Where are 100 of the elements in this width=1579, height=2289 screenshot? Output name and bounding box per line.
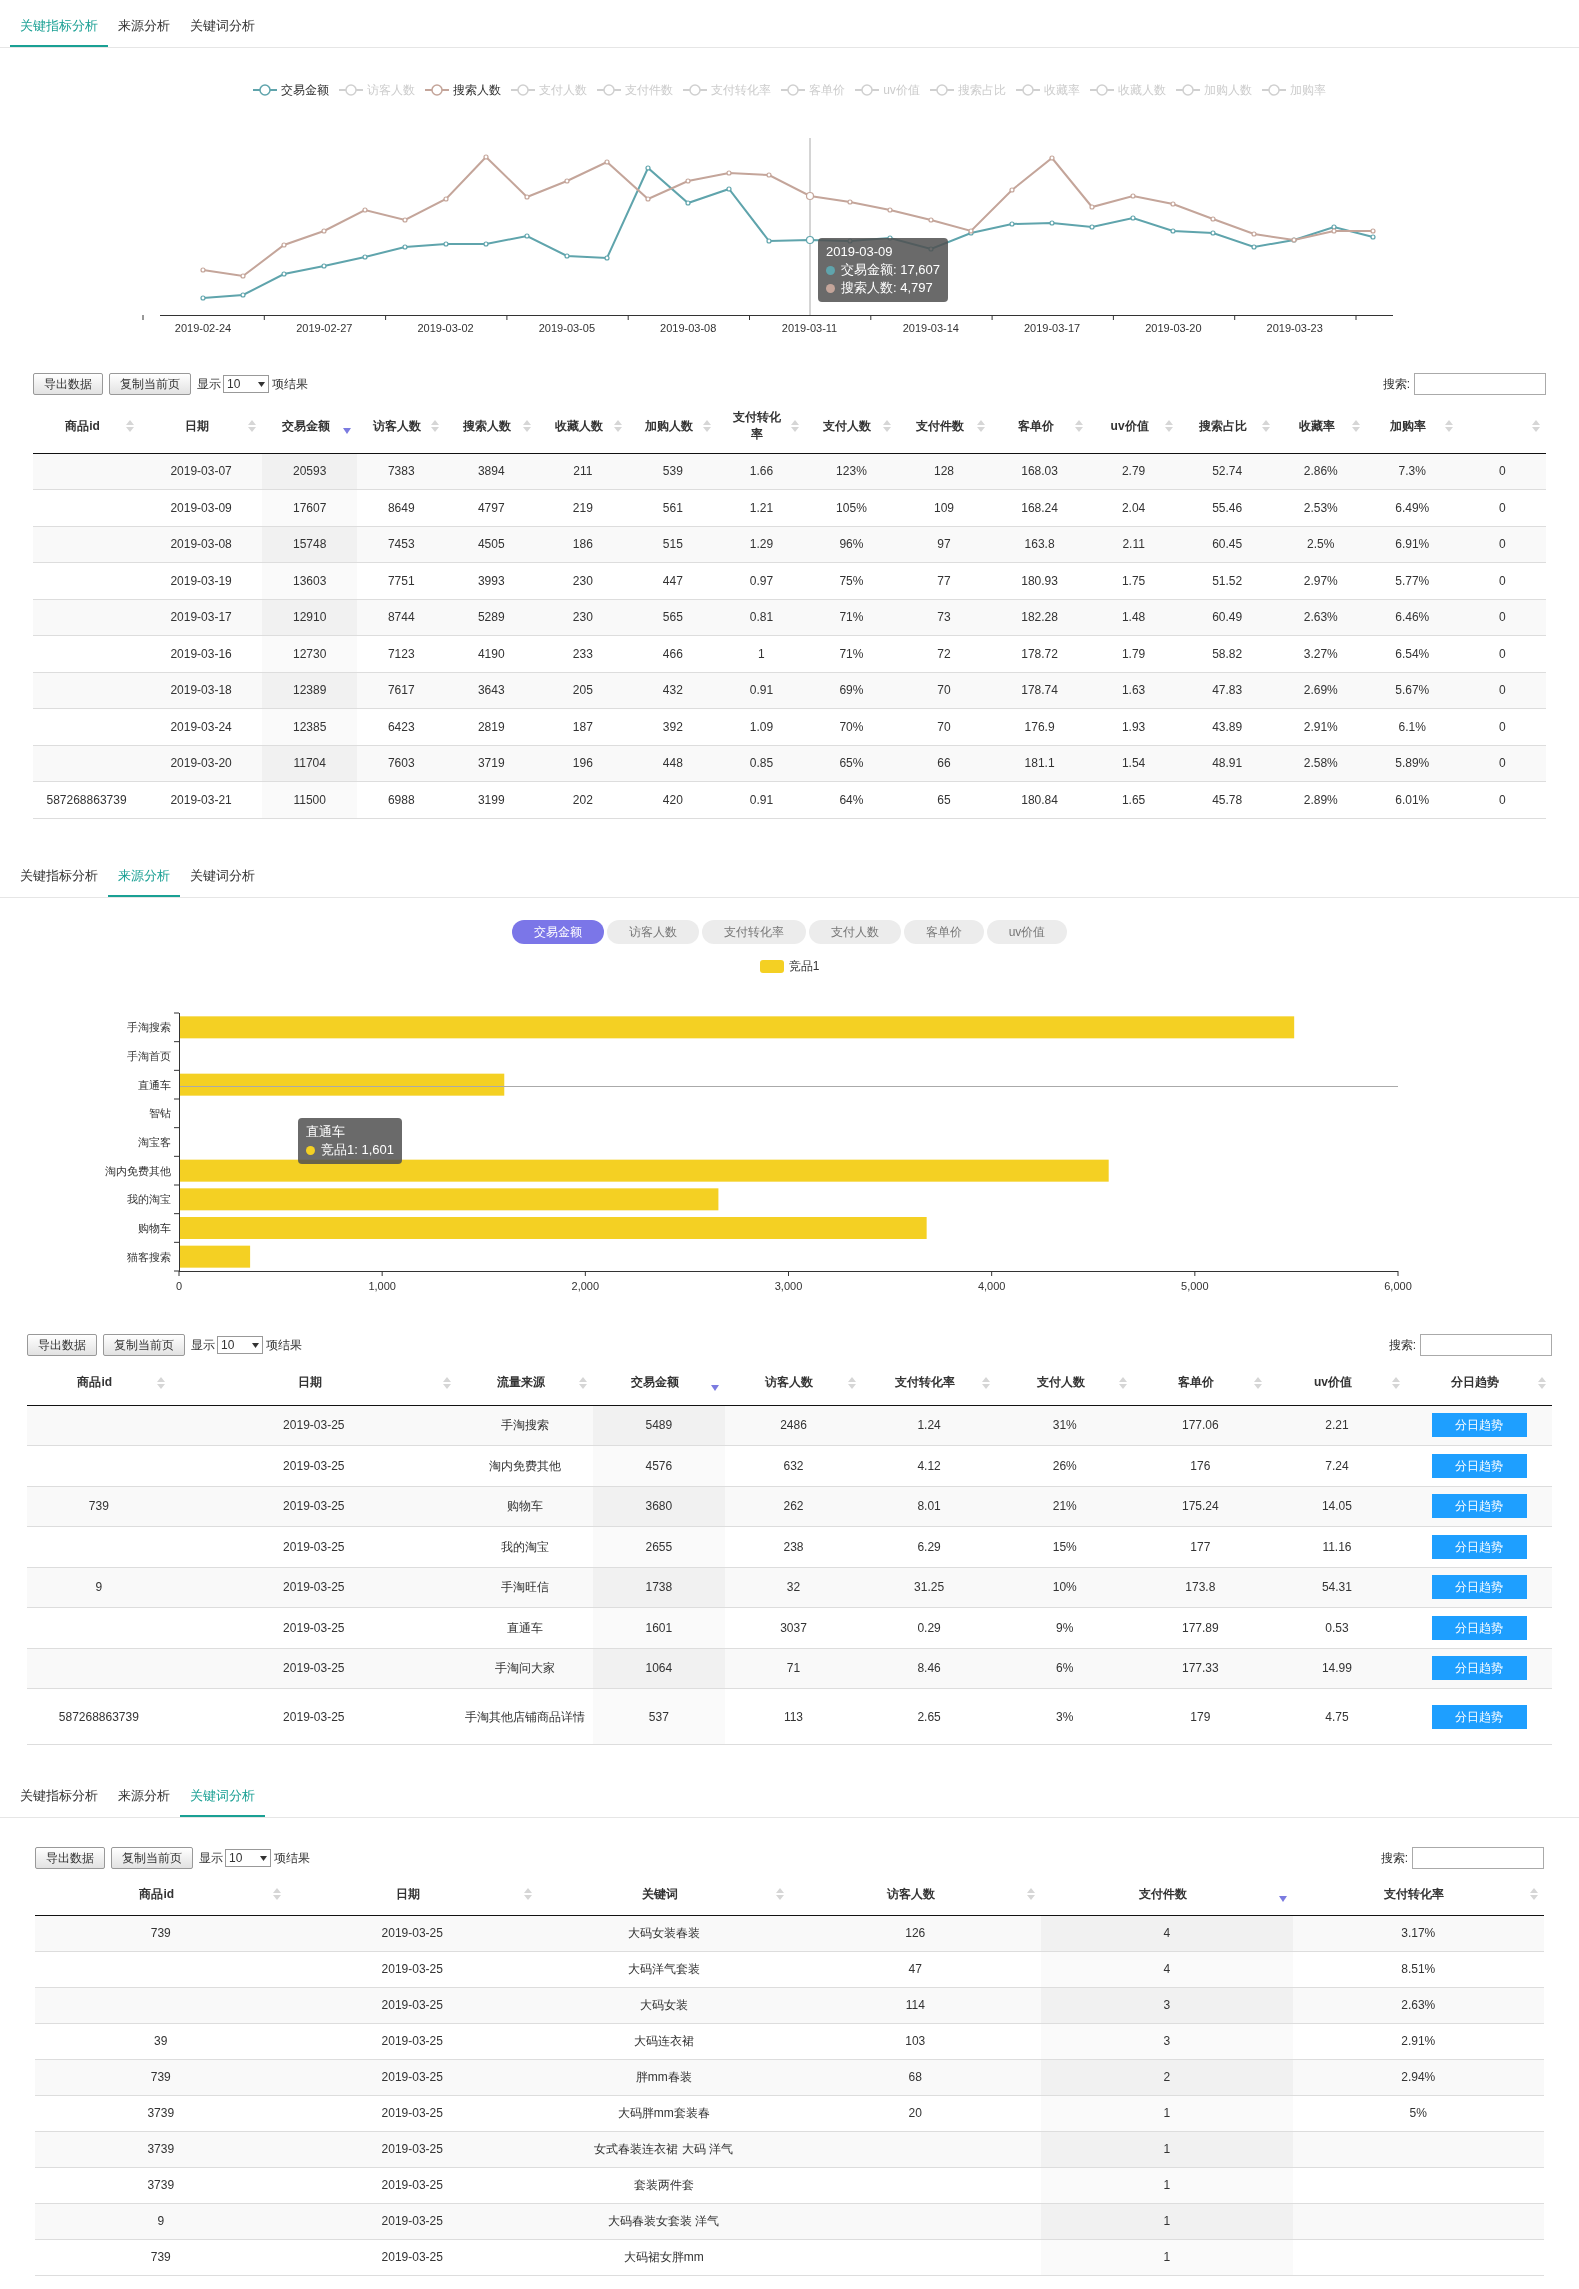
table-cell: 2019-03-25 — [170, 1526, 457, 1567]
sort-icon[interactable] — [883, 420, 892, 433]
metric-button[interactable]: 支付转化率 — [701, 920, 806, 944]
column-header: 搜索占比 — [1199, 417, 1248, 435]
sort-icon[interactable] — [791, 420, 800, 433]
sort-descending-icon[interactable] — [343, 428, 352, 435]
legend-item[interactable]: 竞品1 — [759, 958, 820, 974]
table-cell: 5489 — [592, 1405, 726, 1446]
sort-icon[interactable] — [1164, 420, 1173, 433]
table-cell: 3993 — [445, 562, 538, 599]
column-header: 支付人数 — [1036, 1374, 1085, 1392]
table-cell: 大码连衣裙 — [538, 2023, 790, 2059]
sort-icon[interactable] — [1351, 420, 1360, 433]
sort-icon[interactable] — [126, 420, 135, 433]
sort-icon[interactable] — [248, 420, 257, 433]
sort-descending-icon[interactable] — [711, 1384, 720, 1391]
sort-icon[interactable] — [1530, 1888, 1538, 1901]
sort-icon[interactable] — [524, 1888, 532, 1901]
metric-button[interactable]: 访客人数 — [606, 920, 699, 944]
toolbar-button[interactable]: 导出数据 — [27, 1334, 97, 1356]
table-cell: 2019-03-25 — [286, 2059, 538, 2095]
tab[interactable]: 关键词分析 — [180, 1785, 265, 1817]
tab[interactable]: 关键词分析 — [180, 15, 265, 47]
table-cell: 0.85 — [717, 745, 806, 782]
page-size-select[interactable]: 10 — [217, 1336, 263, 1354]
bar[interactable] — [179, 1159, 1109, 1182]
table-cell: 238 — [725, 1526, 862, 1567]
trend-button[interactable]: 分日趋势 — [1431, 1575, 1527, 1600]
column-header: 支付件数 — [1138, 1885, 1187, 1903]
sort-icon[interactable] — [442, 1376, 451, 1389]
table-cell: 套装两件套 — [538, 2167, 790, 2203]
sort-icon[interactable] — [1538, 1376, 1546, 1389]
trend-button[interactable]: 分日趋势 — [1431, 1534, 1527, 1559]
table-cell: 20 — [789, 2095, 1041, 2131]
sort-icon[interactable] — [775, 1888, 784, 1901]
tab[interactable]: 来源分析 — [108, 865, 180, 897]
trend-button[interactable]: 分日趋势 — [1431, 1494, 1527, 1519]
page-size-select[interactable]: 10 — [225, 1849, 271, 1867]
sort-icon[interactable] — [703, 420, 712, 433]
search-field[interactable] — [1414, 373, 1546, 395]
sort-icon[interactable] — [1261, 420, 1270, 433]
sort-icon[interactable] — [523, 420, 532, 433]
sort-icon[interactable] — [1074, 420, 1083, 433]
tab[interactable]: 关键词分析 — [180, 865, 265, 897]
axis-label: 2019-03-02 — [417, 322, 474, 334]
sort-icon[interactable] — [847, 1376, 856, 1389]
table-cell: 2019-03-25 — [170, 1486, 457, 1527]
sort-icon[interactable] — [272, 1888, 281, 1901]
toolbar-button[interactable]: 导出数据 — [35, 1847, 105, 1869]
tooltip-value: 交易金额: 17,607 — [841, 261, 940, 279]
sort-icon[interactable] — [976, 420, 985, 433]
table-cell: 70 — [897, 672, 991, 709]
table-cell: 8.51% — [1292, 1951, 1544, 1987]
sort-icon[interactable] — [1253, 1376, 1262, 1389]
sort-icon[interactable] — [156, 1376, 165, 1389]
sort-icon[interactable] — [1119, 1376, 1128, 1389]
tab[interactable]: 来源分析 — [108, 15, 180, 47]
legend-item[interactable]: 搜索人数 — [425, 81, 502, 99]
tab[interactable]: 关键指标分析 — [10, 1785, 108, 1817]
table-cell: 187 — [537, 708, 629, 745]
column-header: 交易金额 — [630, 1374, 679, 1392]
tab[interactable]: 来源分析 — [108, 1785, 180, 1817]
metric-button[interactable]: 支付人数 — [808, 920, 901, 944]
search-field[interactable] — [1420, 1334, 1552, 1356]
legend-item[interactable]: 交易金额 — [253, 81, 330, 99]
sort-icon[interactable] — [982, 1376, 991, 1389]
table-cell: 126 — [789, 1915, 1041, 1951]
search-field[interactable] — [1412, 1847, 1544, 1869]
bar[interactable] — [179, 1073, 505, 1096]
sort-descending-icon[interactable] — [1278, 1896, 1287, 1903]
trend-button[interactable]: 分日趋势 — [1431, 1615, 1527, 1640]
sort-icon[interactable] — [614, 420, 623, 433]
sort-icon[interactable] — [578, 1376, 587, 1389]
table-cell: 1 — [1041, 2167, 1293, 2203]
trend-button[interactable]: 分日趋势 — [1431, 1704, 1527, 1729]
metric-button[interactable]: 客单价 — [903, 920, 984, 944]
column-header: 访客人数 — [373, 417, 422, 435]
trend-button[interactable]: 分日趋势 — [1431, 1453, 1527, 1478]
toolbar-button[interactable]: 复制当前页 — [111, 1847, 193, 1869]
trend-button[interactable]: 分日趋势 — [1431, 1413, 1527, 1438]
tab[interactable]: 关键指标分析 — [10, 15, 108, 47]
sort-icon[interactable] — [1444, 420, 1453, 433]
axis-label: 2019-02-24 — [174, 322, 232, 334]
sort-icon[interactable] — [431, 420, 440, 433]
toolbar-button[interactable]: 复制当前页 — [103, 1334, 185, 1356]
metric-button[interactable]: 交易金额 — [511, 920, 604, 944]
sort-icon[interactable] — [1392, 1376, 1401, 1389]
table-cell: 1 — [1041, 2131, 1293, 2167]
page-size-select[interactable]: 10 — [223, 375, 269, 393]
toolbar-button[interactable]: 复制当前页 — [109, 373, 191, 395]
sort-icon[interactable] — [1532, 420, 1540, 433]
metric-button[interactable]: uv价值 — [986, 920, 1068, 944]
toolbar-button[interactable]: 导出数据 — [33, 373, 103, 395]
axis-label: 手淘搜索 — [127, 1021, 171, 1034]
table-cell: 2019-03-17 — [140, 599, 263, 636]
table-cell: 177.06 — [1133, 1405, 1268, 1446]
tab[interactable]: 关键指标分析 — [10, 865, 108, 897]
sort-icon[interactable] — [1027, 1888, 1035, 1901]
table-cell: 202 — [537, 781, 629, 818]
trend-button[interactable]: 分日趋势 — [1431, 1656, 1527, 1681]
